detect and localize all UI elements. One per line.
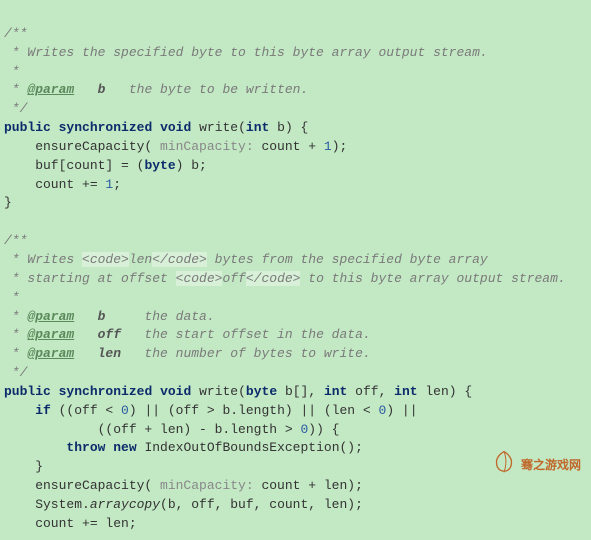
doc2-open: /** [4, 233, 27, 248]
hint-mincap2: minCapacity: [160, 478, 254, 493]
doc1-open: /** [4, 26, 27, 41]
doc2-close: */ [4, 365, 27, 380]
kw-public: public [4, 120, 51, 135]
method-write2: write [199, 384, 238, 399]
watermark-icon [491, 449, 517, 482]
doc1-tag: @param [27, 82, 74, 97]
doc1-l1: * Writes the specified byte to this byte… [4, 45, 488, 60]
method-write1: write [199, 120, 238, 135]
kw-sync: synchronized [59, 120, 153, 135]
doc1-close: */ [4, 101, 27, 116]
m1-close: } [4, 195, 12, 210]
hint-mincap1: minCapacity: [160, 139, 254, 154]
kw-void: void [160, 120, 191, 135]
doc1-l2: * [4, 64, 20, 79]
watermark: 骞之游戏网 [491, 449, 581, 482]
doc1-l3-pre: * [4, 82, 27, 97]
watermark-text: 骞之游戏网 [521, 457, 581, 474]
